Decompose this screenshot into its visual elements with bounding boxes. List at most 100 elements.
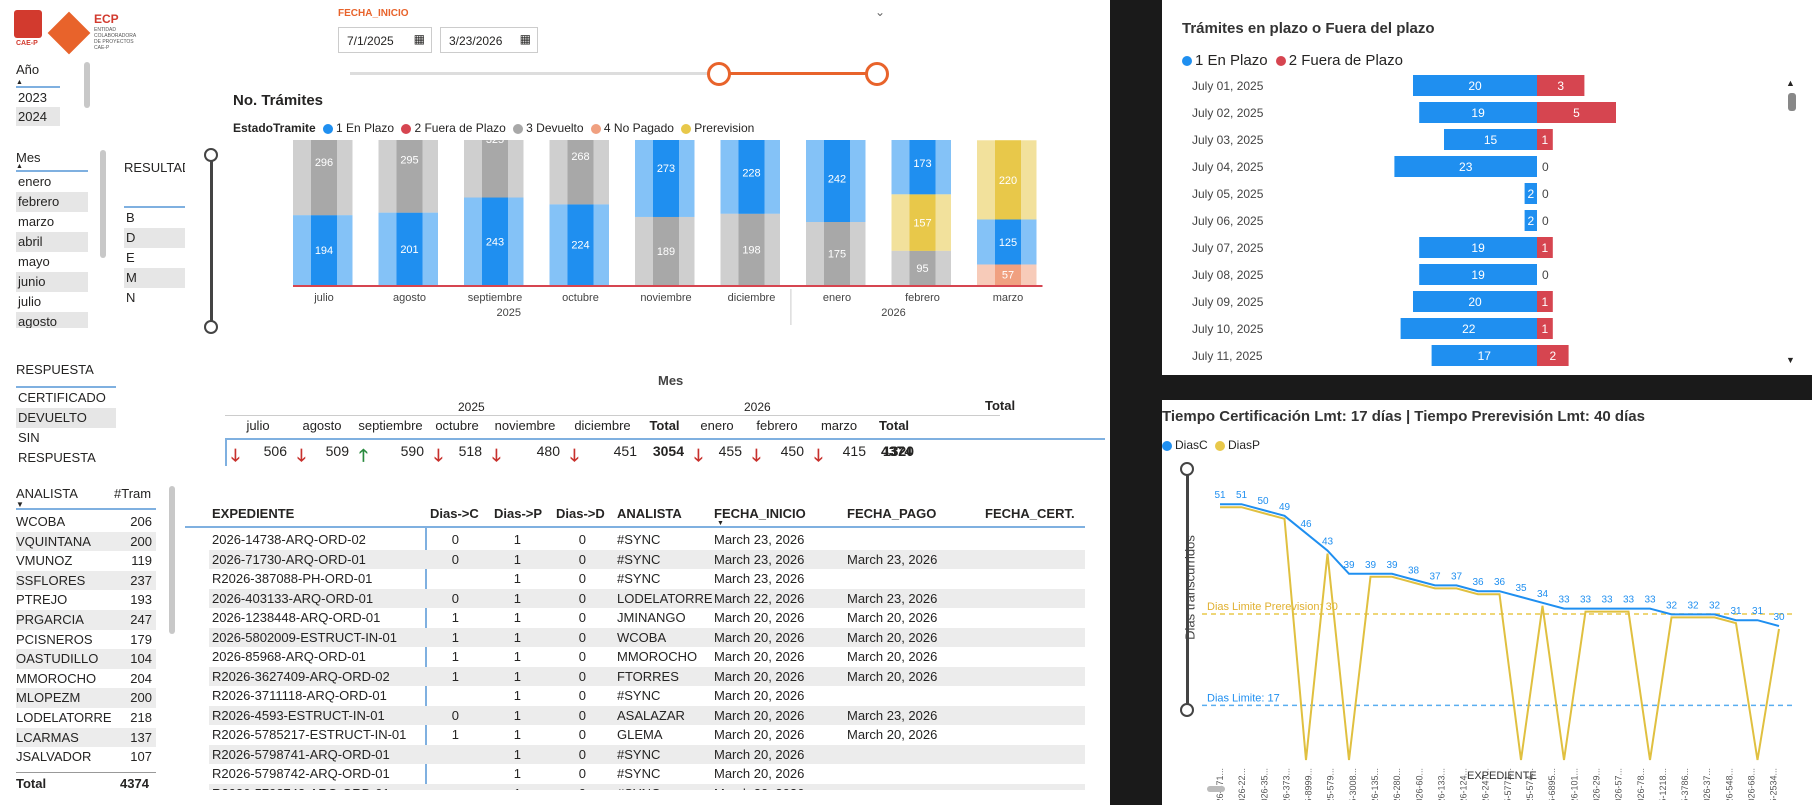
slider-handle[interactable]	[204, 320, 218, 334]
table-row[interactable]: VQUINTANA 200	[16, 531, 156, 552]
column-header[interactable]: ANALISTA	[617, 506, 682, 521]
column-header[interactable]: Dias->P	[494, 506, 542, 521]
matrix-cell[interactable]: 🡓 415	[808, 443, 870, 467]
matrix-cell[interactable]: 🡑 590	[353, 443, 428, 467]
matrix-cell[interactable]: 🡓 506	[225, 443, 291, 467]
respuesta-item[interactable]: CERTIFICADO	[16, 388, 116, 408]
table-row[interactable]: 2026-85968-ARQ-ORD-01 1 1 0 MMOROCHO March 20…	[209, 647, 1085, 667]
plazo-scroll-down-icon[interactable]: ▼	[1786, 355, 1795, 365]
plazo-scrollbar[interactable]	[1788, 93, 1796, 111]
calendar-icon[interactable]: ▦	[414, 32, 425, 46]
column-header[interactable]: EXPEDIENTE	[212, 506, 294, 521]
date-slider-start-handle[interactable]	[707, 62, 731, 86]
column-header[interactable]: Dias->D	[556, 506, 605, 521]
table-row[interactable]: 2026-71730-ARQ-ORD-01 0 1 0 #SYNC March 23, 2…	[209, 549, 1085, 569]
table-row[interactable]: 2026-1238448-ARQ-ORD-01 1 1 0 JMINANGO March …	[209, 608, 1085, 628]
table-row[interactable]: R2026-3711118-ARQ-ORD-01 1 0 #SYNC March 20,…	[209, 686, 1085, 706]
table-row[interactable]: WCOBA 206	[16, 512, 156, 532]
calendar-icon[interactable]: ▦	[520, 32, 531, 46]
matrix-cell[interactable]: 3054	[641, 443, 688, 467]
grand-total-value: 4374	[881, 443, 913, 459]
legend-item[interactable]: Prerevision	[681, 121, 754, 135]
table-row[interactable]: R2026-4593-ESTRUCT-IN-01 0 1 0 ASALAZAR March…	[209, 705, 1085, 725]
ref-label: Dias Limite Prerevision: 30	[1207, 601, 1338, 613]
legend-item[interactable]: 2 Fuera de Plazo	[1275, 52, 1403, 69]
table-row[interactable]: JSALVADOR 107	[16, 747, 156, 767]
table-row[interactable]: VMUNOZ 119	[16, 551, 156, 571]
cell-expediente: R2026-387088-PH-ORD-01	[212, 571, 373, 586]
analista-header[interactable]: ANALISTA	[16, 486, 78, 501]
legend-item[interactable]: DiasC	[1162, 438, 1208, 452]
matrix-cell[interactable]: 🡓 455	[688, 443, 746, 467]
tiempo-hscrollbar[interactable]	[1207, 786, 1225, 792]
table-row[interactable]: R2026-387088-PH-ORD-01 1 0 #SYNC March 23, 2…	[209, 569, 1085, 589]
slider-handle[interactable]	[1180, 462, 1194, 476]
anio-item[interactable]: 2023	[16, 88, 60, 107]
table-row[interactable]: MMOROCHO 204	[16, 669, 156, 689]
column-header[interactable]: FECHA_INICIO	[714, 506, 806, 521]
table-row[interactable]: R2026-5785217-ESTRUCT-IN-01 1 1 0 GLEMA March…	[209, 725, 1085, 745]
table-row[interactable]: MLOPEZM 200	[16, 688, 156, 708]
category-label: July 08, 2025	[1192, 268, 1264, 282]
table-row[interactable]: R2026-3627409-ARQ-ORD-02 1 1 0 FTORRES March …	[209, 666, 1085, 686]
anio-item[interactable]: 2025	[16, 126, 60, 131]
slider-handle[interactable]	[1180, 703, 1194, 717]
matrix-cell[interactable]: 🡓 480	[486, 443, 564, 467]
vertical-slider[interactable]	[204, 148, 218, 334]
plazo-scroll-up-icon[interactable]: ▲	[1786, 78, 1795, 88]
cell-dias-d: 0	[578, 727, 586, 742]
table-row[interactable]: 2026-5802009-ESTRUCT-IN-01 1 1 0 WCOBA March …	[209, 627, 1085, 647]
date-slider-end-handle[interactable]	[865, 62, 889, 86]
legend-item[interactable]: 1 En Plazo	[1182, 52, 1268, 69]
table-row[interactable]: 2026-14738-ARQ-ORD-02 0 1 0 #SYNC March 23, 2…	[209, 530, 1085, 550]
matrix-cell[interactable]: 🡓 451	[564, 443, 641, 467]
tiempo-vertical-slider[interactable]	[1180, 462, 1194, 717]
date-start-input[interactable]: 7/1/2025 ▦	[338, 27, 432, 53]
table-row[interactable]: LCARMAS 137	[16, 727, 156, 748]
analista-scrollbar[interactable]	[169, 486, 175, 634]
data-label: 38	[1408, 566, 1420, 577]
column-header[interactable]: FECHA_CERT.	[985, 506, 1075, 521]
table-row[interactable]: OASTUDILLO 104	[16, 649, 156, 669]
table-row[interactable]: SSFLORES 237	[16, 570, 156, 591]
legend-item[interactable]: 2 Fuera de Plazo	[401, 121, 506, 135]
table-row[interactable]: LODELATORRE 218	[16, 708, 156, 728]
data-label: 3	[1557, 79, 1564, 93]
legend-item[interactable]: DiasP	[1215, 438, 1260, 452]
grand-total-header: Total	[985, 398, 1016, 413]
mes-item[interactable]: junio	[16, 272, 88, 292]
matrix-cell[interactable]: 🡓 518	[428, 443, 486, 467]
table-row[interactable]: R2026-5798741-ARQ-ORD-01 1 0 #SYNC March 20,…	[209, 744, 1085, 764]
tram-header[interactable]: #Tram	[114, 486, 151, 501]
mes-scrollbar[interactable]	[100, 150, 106, 258]
legend-item[interactable]: 3 Devuelto	[513, 121, 584, 135]
mes-item[interactable]: marzo	[16, 212, 88, 232]
chevron-down-icon[interactable]: ⌄	[875, 5, 885, 19]
mes-item[interactable]: abril	[16, 232, 88, 252]
mes-item[interactable]: febrero	[16, 192, 88, 212]
date-end-input[interactable]: 3/23/2026 ▦	[440, 27, 538, 53]
anio-scrollbar[interactable]	[84, 62, 90, 108]
table-row[interactable]: PCISNEROS 179	[16, 630, 156, 650]
table-row[interactable]: PTREJO 193	[16, 590, 156, 610]
mes-item[interactable]: agosto	[16, 312, 88, 328]
mes-item[interactable]: mayo	[16, 252, 88, 272]
table-row[interactable]: R2026-5798743-ARQ-ORD-01 1 0 #SYNC March 20,…	[209, 783, 1085, 790]
plazo-legend: 1 En Plazo 2 Fuera de Plazo	[1182, 52, 1403, 69]
anio-item[interactable]: 2024	[16, 107, 60, 126]
slider-handle[interactable]	[204, 148, 218, 162]
x-tick-label: R2026-135...	[1370, 768, 1380, 800]
matrix-cell[interactable]: 🡓 509	[291, 443, 353, 467]
mes-item[interactable]: enero	[16, 172, 88, 192]
matrix-cell[interactable]: 🡓 450	[746, 443, 808, 467]
mes-item[interactable]: julio	[16, 292, 88, 312]
respuesta-item[interactable]: DEVUELTO	[16, 408, 116, 428]
legend-item[interactable]: 1 En Plazo	[323, 121, 394, 135]
column-header[interactable]: Dias->C	[430, 506, 479, 521]
table-row[interactable]: PRGARCIA 247	[16, 610, 156, 630]
legend-item[interactable]: 4 No Pagado	[590, 121, 674, 135]
table-row[interactable]: R2026-5798742-ARQ-ORD-01 1 0 #SYNC March 20,…	[209, 764, 1085, 784]
respuesta-item[interactable]: SIN RESPUESTA	[16, 428, 116, 465]
column-header[interactable]: FECHA_PAGO	[847, 506, 936, 521]
table-row[interactable]: 2026-403133-ARQ-ORD-01 0 1 0 LODELATORRE Marc…	[209, 588, 1085, 608]
